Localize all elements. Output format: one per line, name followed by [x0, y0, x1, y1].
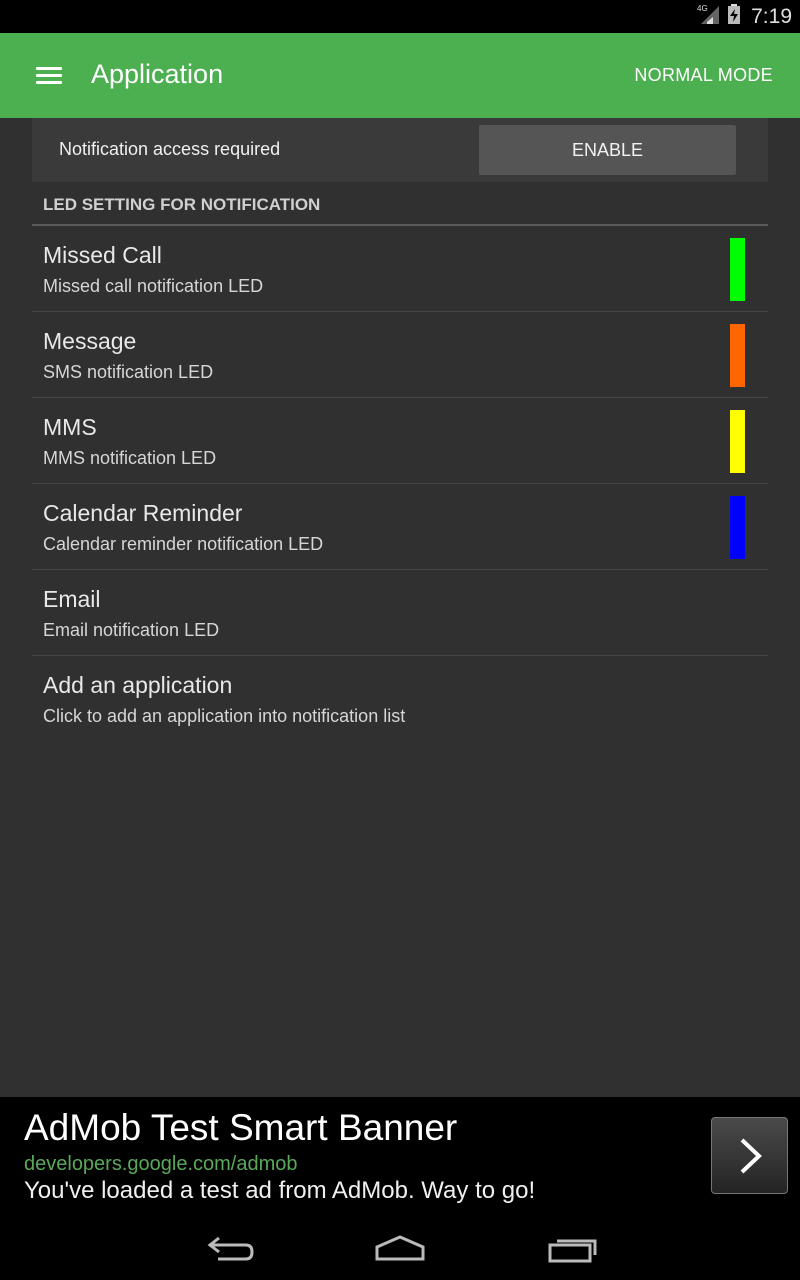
enable-button[interactable]: ENABLE — [479, 125, 736, 175]
section-header-label: LED SETTING FOR NOTIFICATION — [43, 195, 321, 214]
item-subtitle: Click to add an application into notific… — [43, 706, 406, 726]
led-color-swatch — [730, 496, 745, 559]
list-item-missed-call[interactable]: Missed Call Missed call notification LED — [32, 226, 768, 312]
back-icon[interactable] — [200, 1231, 260, 1267]
item-title: Calendar Reminder — [43, 500, 243, 526]
led-color-swatch — [730, 410, 745, 473]
item-subtitle: Calendar reminder notification LED — [43, 534, 324, 554]
ad-title: AdMob Test Smart Banner — [24, 1107, 458, 1148]
notification-list: Missed Call Missed call notification LED… — [32, 226, 768, 741]
item-title: Missed Call — [43, 242, 162, 268]
home-icon[interactable] — [370, 1231, 430, 1267]
ad-url[interactable]: developers.google.com/admob — [24, 1153, 298, 1176]
item-subtitle: Email notification LED — [43, 620, 220, 640]
hamburger-menu-icon[interactable] — [36, 67, 62, 85]
app-bar: Application NORMAL MODE — [0, 33, 800, 118]
status-icons: 4G 7:19 — [697, 0, 792, 33]
notification-access-banner: Notification access required ENABLE — [32, 118, 768, 182]
list-item-message[interactable]: Message SMS notification LED — [32, 312, 768, 398]
list-item-calendar-reminder[interactable]: Calendar Reminder Calendar reminder noti… — [32, 484, 768, 570]
item-subtitle: SMS notification LED — [43, 362, 214, 382]
battery-icon — [727, 3, 741, 30]
item-subtitle: MMS notification LED — [43, 448, 217, 468]
item-title: Email — [43, 586, 101, 612]
item-title: MMS — [43, 414, 97, 440]
item-title: Add an application — [43, 672, 233, 698]
led-color-swatch — [730, 324, 745, 387]
recent-apps-icon[interactable] — [540, 1231, 600, 1267]
status-bar: 4G 7:19 — [0, 0, 800, 33]
system-nav-bar — [0, 1217, 800, 1280]
list-item-email[interactable]: Email Email notification LED — [32, 570, 768, 656]
notification-access-text: Notification access required — [59, 139, 281, 159]
normal-mode-button[interactable]: NORMAL MODE — [634, 65, 773, 86]
ad-banner[interactable]: AdMob Test Smart Banner developers.googl… — [0, 1097, 800, 1217]
item-subtitle: Missed call notification LED — [43, 276, 264, 296]
list-item-mms[interactable]: MMS MMS notification LED — [32, 398, 768, 484]
network-type: 4G — [697, 4, 708, 13]
list-item-add-application[interactable]: Add an application Click to add an appli… — [32, 656, 768, 741]
ad-text: You've loaded a test ad from AdMob. Way … — [24, 1177, 536, 1204]
section-header: LED SETTING FOR NOTIFICATION — [32, 182, 768, 226]
signal-icon: 4G — [697, 3, 721, 30]
item-title: Message — [43, 328, 137, 354]
clock: 7:19 — [751, 4, 792, 28]
page-title: Application — [91, 59, 224, 89]
led-color-swatch — [730, 238, 745, 301]
chevron-right-icon[interactable] — [711, 1117, 788, 1194]
